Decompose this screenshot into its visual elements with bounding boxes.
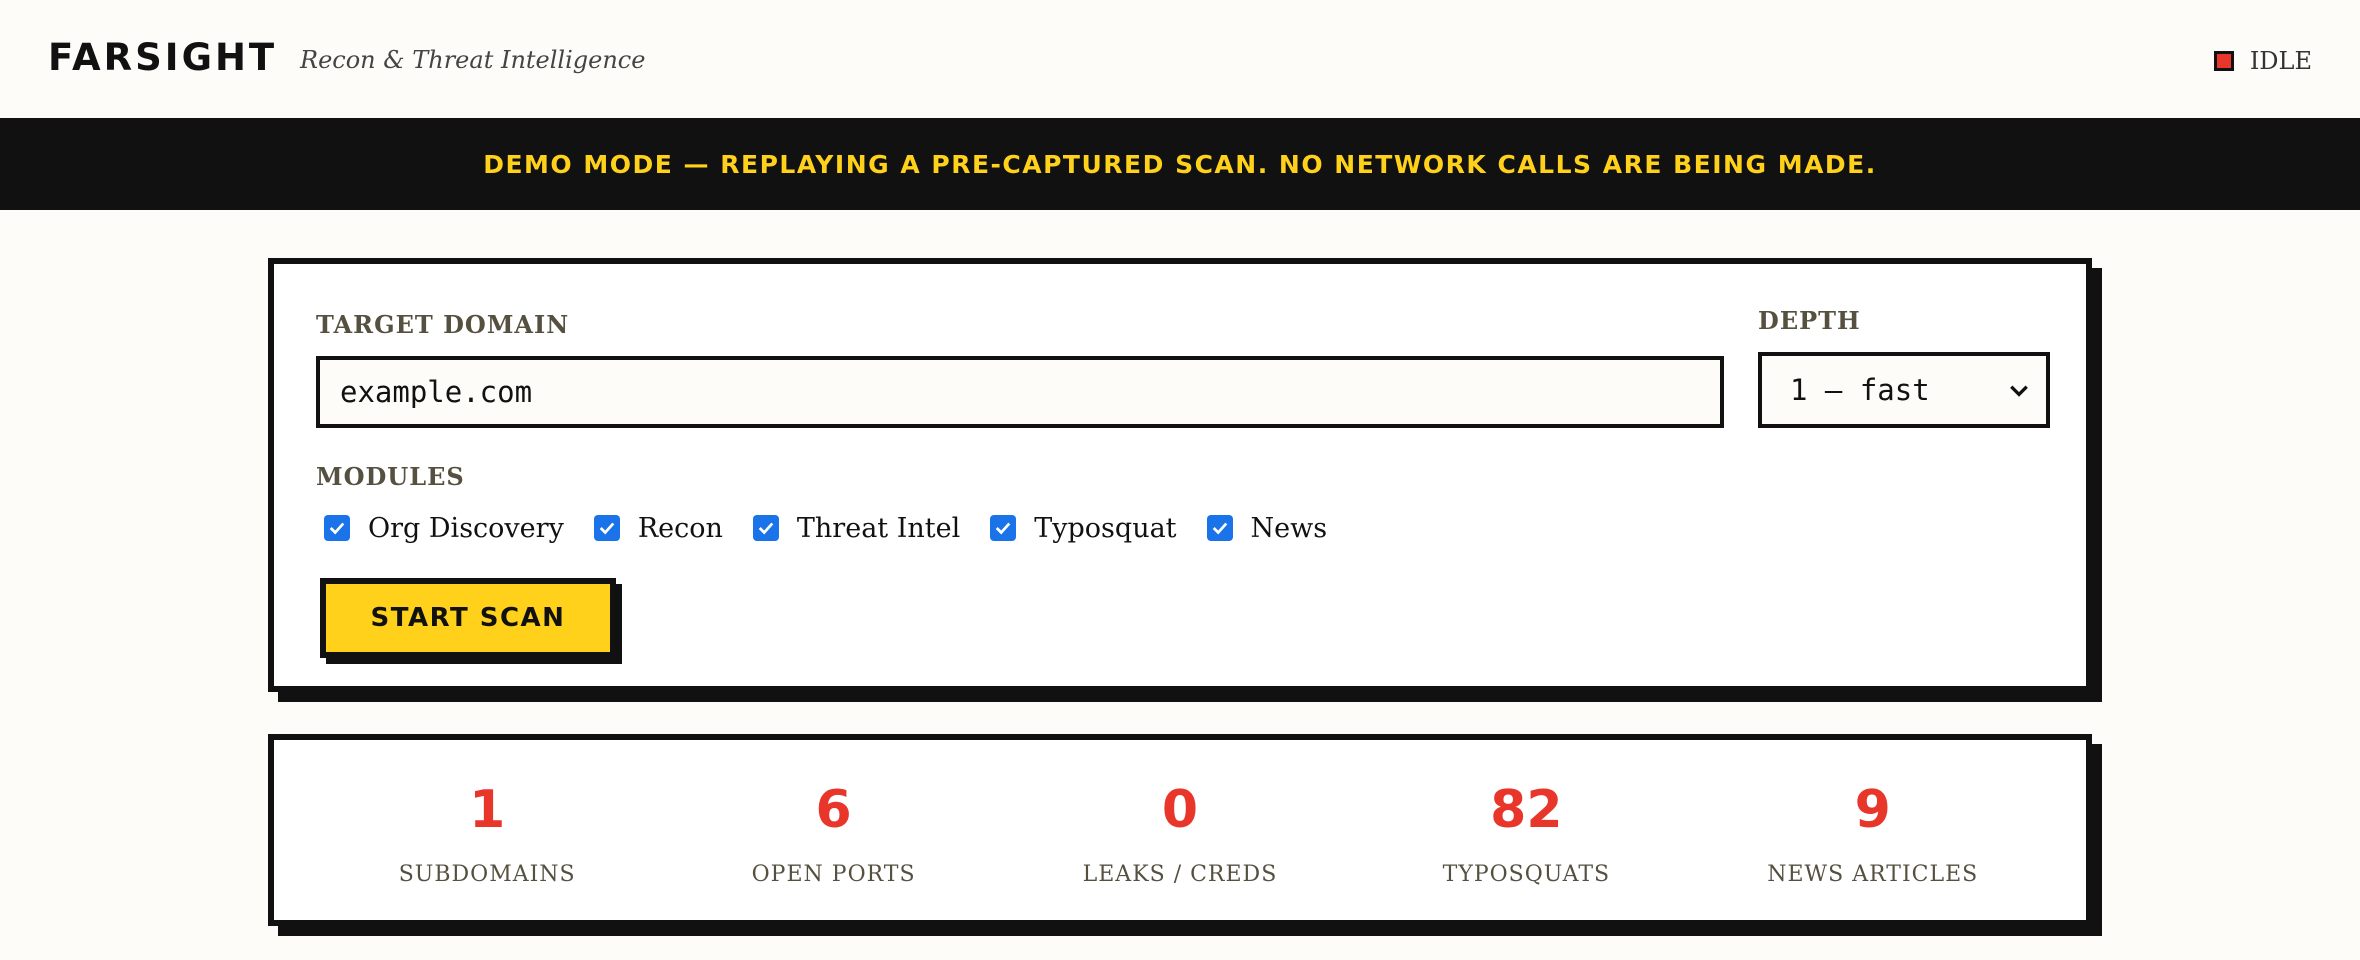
demo-mode-banner: DEMO MODE — REPLAYING A PRE-CAPTURED SCA… (0, 118, 2360, 210)
chevron-down-icon (2010, 385, 2028, 397)
stat-value: 0 (1161, 780, 1199, 840)
checkbox-checked-icon[interactable] (752, 515, 779, 541)
checkbox-checked-icon[interactable] (990, 515, 1017, 541)
stat-label: OPEN PORTS (751, 862, 916, 887)
module-label: Threat Intel (796, 512, 961, 544)
stat-label: NEWS ARTICLES (1767, 862, 1979, 887)
target-domain-label: TARGET DOMAIN (316, 310, 570, 339)
checkbox-checked-icon[interactable] (593, 515, 620, 541)
checkbox-checked-icon[interactable] (1206, 515, 1233, 541)
stat-value: 6 (815, 780, 852, 840)
scan-status: IDLE (2213, 44, 2312, 78)
brand-tagline: Recon & Threat Intelligence (300, 46, 646, 74)
stat-value: 1 (469, 780, 506, 840)
module-news[interactable]: News (1206, 512, 1328, 544)
stat-label: SUBDOMAINS (398, 862, 576, 887)
module-label: Typosquat (1034, 512, 1177, 544)
stat-value: 9 (1854, 780, 1891, 840)
checkbox-checked-icon[interactable] (324, 515, 350, 541)
module-label: News (1250, 512, 1328, 544)
depth-select[interactable]: 1 — fast (1758, 352, 2050, 428)
modules-label: MODULES (316, 462, 465, 491)
stat-news-articles: 9 NEWS ARTICLES (1733, 740, 2013, 920)
module-label: Org Discovery (368, 512, 564, 544)
modules-list: Org Discovery Recon Threat Intel Typosqu… (324, 508, 1357, 548)
stat-leaks-creds: 0 LEAKS / CREDS (1040, 740, 1320, 920)
module-threat-intel[interactable]: Threat Intel (752, 512, 961, 544)
stat-label: TYPOSQUATS (1442, 862, 1611, 887)
module-typosquat[interactable]: Typosquat (990, 512, 1177, 544)
depth-label: DEPTH (1758, 306, 1861, 335)
module-label: Recon (637, 512, 723, 544)
scan-config-panel: TARGET DOMAIN DEPTH 1 — fast MODULES Org… (268, 258, 2092, 692)
stat-typosquats: 82 TYPOSQUATS (1386, 740, 1666, 920)
scan-stats-panel: 1 SUBDOMAINS 6 OPEN PORTS 0 LEAKS / CRED… (268, 734, 2092, 926)
banner-text: DEMO MODE — REPLAYING A PRE-CAPTURED SCA… (483, 149, 1877, 179)
stat-label: LEAKS / CREDS (1082, 862, 1278, 887)
module-org-discovery[interactable]: Org Discovery (324, 513, 564, 544)
start-scan-button[interactable]: START SCAN (320, 578, 616, 658)
stats-row: 1 SUBDOMAINS 6 OPEN PORTS 0 LEAKS / CRED… (274, 740, 2086, 920)
target-domain-input[interactable] (316, 356, 1724, 428)
status-text: IDLE (2249, 47, 2312, 75)
stat-open-ports: 6 OPEN PORTS (694, 740, 974, 920)
stat-value: 82 (1490, 780, 1563, 840)
top-bar: FARSIGHT Recon & Threat Intelligence IDL… (0, 0, 2360, 118)
module-recon[interactable]: Recon (593, 512, 723, 544)
status-indicator-icon (2213, 51, 2234, 71)
depth-select-value: 1 — fast (1790, 373, 1930, 407)
brand-logo[interactable]: FARSIGHT (48, 36, 277, 79)
stat-subdomains: 1 SUBDOMAINS (347, 740, 627, 920)
